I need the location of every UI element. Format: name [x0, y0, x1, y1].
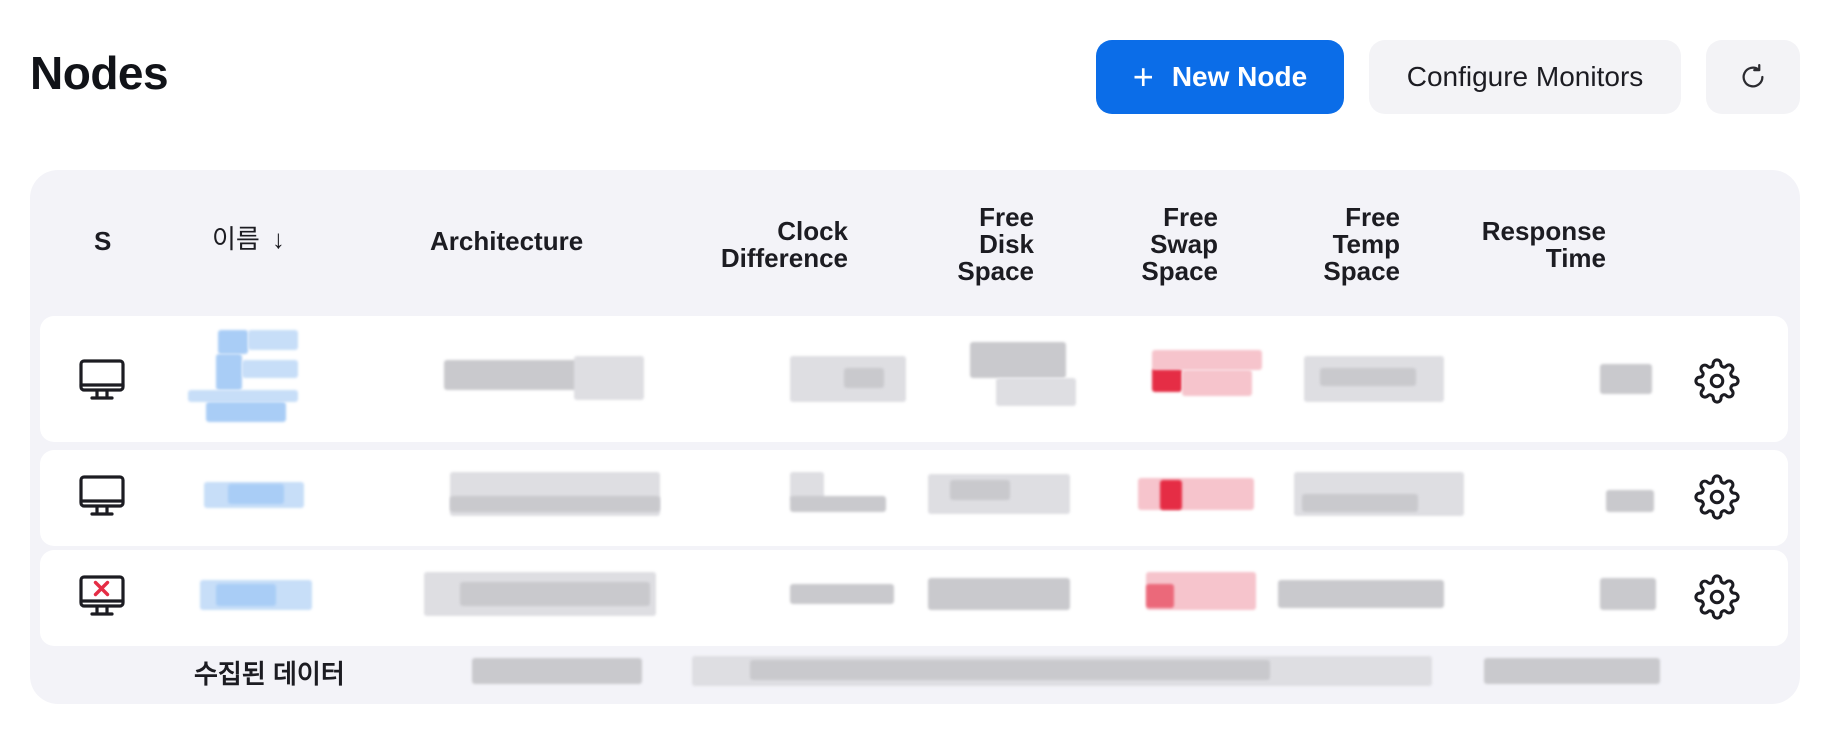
plus-icon: +: [1132, 56, 1154, 97]
footer-label: 수집된 데이터: [194, 659, 345, 689]
new-node-button[interactable]: + New Node: [1096, 40, 1344, 114]
free-temp-space-redacted: [1278, 580, 1444, 608]
header-line: Space: [1141, 256, 1218, 286]
column-header-architecture[interactable]: Architecture: [430, 228, 583, 255]
node-name-redacted[interactable]: [218, 330, 248, 354]
response-time-redacted: [1600, 364, 1652, 394]
sort-descending-icon: ↓: [271, 224, 285, 254]
header-line: Free: [1163, 202, 1218, 232]
header-line: Space: [1323, 256, 1400, 286]
column-header-name-label: 이름: [212, 224, 260, 254]
column-header-name[interactable]: 이름 ↓: [212, 226, 285, 253]
refresh-icon: [1742, 64, 1764, 88]
header-line: Response: [1481, 216, 1606, 246]
header-line: Free: [979, 202, 1034, 232]
response-time-redacted: [1606, 490, 1654, 512]
column-header-free-swap-space[interactable]: Free Swap Space: [1094, 204, 1218, 285]
table-row[interactable]: [40, 316, 1788, 442]
monitor-icon: [79, 359, 125, 400]
header-line: Disk: [979, 229, 1034, 259]
header-line: Temp: [1332, 229, 1400, 259]
footer-data-redacted: [472, 658, 642, 684]
free-disk-space-redacted: [970, 342, 1066, 378]
configure-monitors-button[interactable]: Configure Monitors: [1369, 40, 1681, 114]
column-header-response-time[interactable]: Response Time: [1460, 218, 1606, 272]
settings-gear-icon[interactable]: [1694, 358, 1740, 404]
header-line: Time: [1545, 243, 1606, 273]
free-swap-space-redacted: [1138, 478, 1254, 510]
new-node-label: New Node: [1171, 61, 1308, 92]
response-time-redacted: [1600, 578, 1656, 610]
header-line: Swap: [1150, 229, 1218, 259]
table-row[interactable]: [40, 450, 1788, 546]
refresh-button[interactable]: [1706, 40, 1800, 114]
table-row[interactable]: [40, 550, 1788, 646]
monitor-icon: [79, 475, 125, 516]
column-header-status[interactable]: S: [94, 228, 111, 255]
settings-gear-icon[interactable]: [1694, 574, 1740, 620]
column-header-free-disk-space[interactable]: Free Disk Space: [910, 204, 1034, 285]
page-title: Nodes: [30, 47, 169, 99]
header-line: Difference: [720, 243, 848, 273]
header-line: Clock: [777, 216, 848, 246]
settings-gear-icon[interactable]: [1694, 474, 1740, 520]
header-line: Space: [957, 256, 1034, 286]
monitor-offline-icon: [79, 575, 125, 616]
free-swap-space-redacted: [1152, 368, 1182, 392]
column-header-free-temp-space[interactable]: Free Temp Space: [1276, 204, 1400, 285]
free-disk-space-redacted: [928, 578, 1070, 610]
nodes-table: S 이름 ↓ Architecture Clock Difference Free…: [30, 170, 1800, 704]
clock-difference-redacted: [790, 584, 894, 604]
header-line: Free: [1345, 202, 1400, 232]
column-header-clock-difference[interactable]: Clock Difference: [690, 218, 848, 272]
